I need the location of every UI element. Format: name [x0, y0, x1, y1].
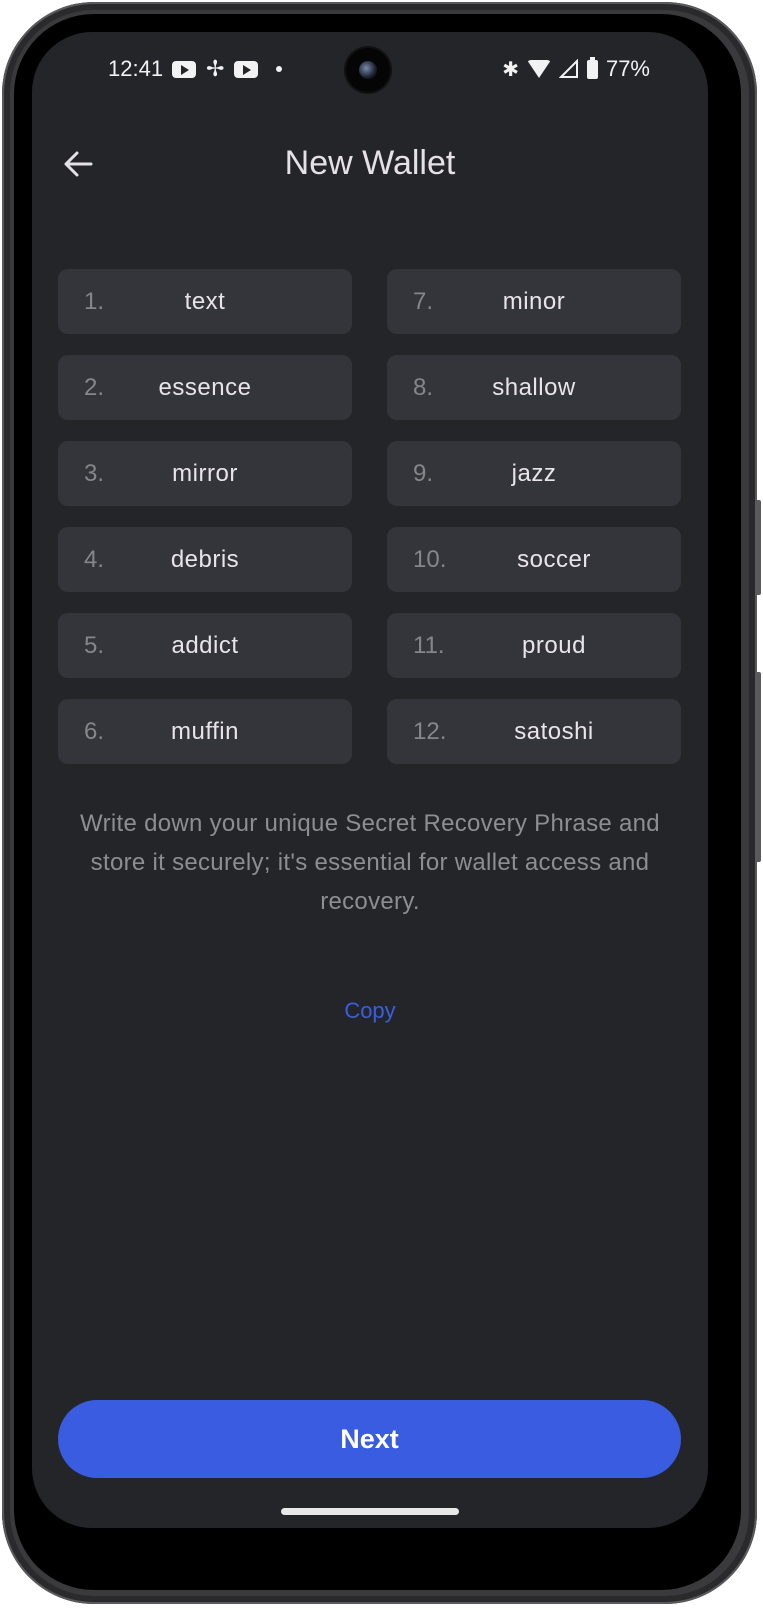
phrase-word-10: 10. soccer [387, 527, 681, 592]
word-text: proud [522, 631, 586, 659]
front-camera [346, 48, 390, 92]
word-text: mirror [172, 459, 238, 487]
phrase-word-4: 4. debris [58, 527, 352, 592]
next-button[interactable]: Next [58, 1400, 681, 1478]
phrase-word-3: 3. mirror [58, 441, 352, 506]
word-text: text [184, 287, 226, 315]
power-button [755, 672, 761, 862]
phrase-word-11: 11. proud [387, 613, 681, 678]
copy-button[interactable]: Copy [32, 998, 708, 1024]
word-text: soccer [517, 545, 591, 573]
bluetooth-icon: ✱ [502, 58, 519, 81]
word-text: debris [170, 545, 240, 573]
recovery-phrase-grid: 1. text 7. minor 2. essence 8. shallow 3. mir… [58, 269, 681, 764]
word-text: satoshi [514, 717, 594, 745]
pinwheel-icon: ✢ [206, 56, 225, 81]
youtube-icon [234, 60, 259, 78]
app-bar: New Wallet [32, 132, 708, 196]
status-bar: 12:41 ✢ ✱ 77% [32, 32, 708, 112]
phrase-word-12: 12. satoshi [387, 699, 681, 764]
phrase-word-8: 8. shallow [387, 355, 681, 420]
battery-icon [586, 56, 598, 79]
word-text: shallow [492, 373, 576, 401]
battery-percent: 77% [605, 56, 650, 81]
cellular-icon [558, 59, 578, 78]
word-text: addict [171, 631, 239, 659]
phrase-word-6: 6. muffin [58, 699, 352, 764]
status-time: 12:41 [108, 56, 164, 81]
home-indicator[interactable] [281, 1508, 459, 1515]
phrase-word-7: 7. minor [387, 269, 681, 334]
system-icons: ✱ 77% [502, 56, 650, 82]
phrase-word-9: 9. jazz [387, 441, 681, 506]
phrase-word-1: 1. text [58, 269, 352, 334]
page-title: New Wallet [284, 144, 456, 182]
notification-icons: ✢ [172, 56, 283, 81]
word-text: jazz [511, 459, 557, 487]
wifi-icon [526, 60, 551, 78]
dot-icon [276, 66, 283, 72]
phrase-word-2: 2. essence [58, 355, 352, 420]
phrase-word-5: 5. addict [58, 613, 352, 678]
youtube-icon [172, 60, 196, 78]
screen: 12:41 ✢ ✱ 77% New Wallet 1. text 7. minor … [32, 32, 708, 1528]
word-text: muffin [171, 717, 239, 745]
volume-button [755, 500, 761, 595]
word-text: minor [502, 287, 566, 315]
word-text: essence [158, 373, 252, 401]
instruction-text: Write down your unique Secret Recovery P… [80, 810, 660, 915]
